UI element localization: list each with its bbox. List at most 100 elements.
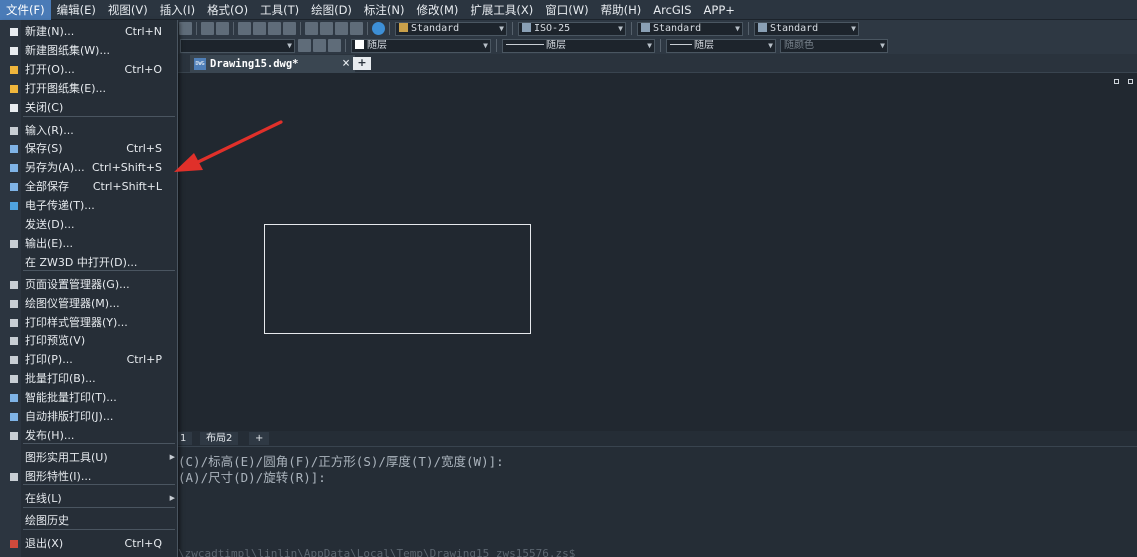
menu-6[interactable]: 绘图(D) xyxy=(305,0,358,20)
tab-drawing15[interactable]: DWG Drawing15.dwg* × xyxy=(190,55,355,73)
markup-icon[interactable] xyxy=(350,22,363,35)
file-menu-item-19[interactable]: 智能批量打印(T)... xyxy=(0,388,178,407)
properties-icon[interactable] xyxy=(305,22,318,35)
file-menu-dropdown: 新建(N)... Ctrl+N 新建图纸集(W)... 打开(O)... Ctrl+O 打… xyxy=(0,20,178,557)
layer-previous-icon[interactable] xyxy=(313,39,326,52)
dim-style-select[interactable]: ISO-25 ▼ xyxy=(518,21,626,36)
color-select[interactable]: 随层 ▼ xyxy=(351,38,491,53)
undo-icon[interactable] xyxy=(201,22,214,35)
file-menu-item-5[interactable]: 输入(R)... xyxy=(0,121,178,140)
table-style-select[interactable]: Standard ▼ xyxy=(637,21,743,36)
menu-4[interactable]: 格式(O) xyxy=(201,0,254,20)
file-menu-item-10[interactable]: 发送(D)... xyxy=(0,215,178,234)
save-icon xyxy=(10,145,18,153)
linetype-select[interactable]: 随层 ▼ xyxy=(502,38,655,53)
file-menu-item-3[interactable]: 打开图纸集(E)... xyxy=(0,79,178,98)
file-menu-item-label: 绘图仪管理器(M)... xyxy=(25,297,120,310)
multileader-style-icon xyxy=(758,22,767,32)
text-style-icon xyxy=(399,22,408,32)
menu-9[interactable]: 扩展工具(X) xyxy=(464,0,539,20)
layout-tab-bar: 1 布局2 + xyxy=(174,431,1137,446)
file-menu-item-24[interactable]: 在线(L) ▶ xyxy=(0,489,178,508)
drawn-rectangle[interactable] xyxy=(264,224,531,334)
pan-icon[interactable] xyxy=(238,22,251,35)
file-menu-item-22[interactable]: 图形实用工具(U) ▶ xyxy=(0,448,178,467)
menu-12[interactable]: ArcGIS xyxy=(647,0,697,20)
zoom-realtime-icon[interactable] xyxy=(253,22,266,35)
file-menu-item-label: 新建图纸集(W)... xyxy=(25,44,110,57)
file-menu-item-13[interactable]: 页面设置管理器(G)... xyxy=(0,275,178,294)
smart-batch-print-icon xyxy=(10,394,18,402)
file-menu-item-1[interactable]: 新建图纸集(W)... xyxy=(0,41,178,60)
viewport-minimize-icon[interactable] xyxy=(1114,79,1119,84)
lineweight-select[interactable]: 随层 ▼ xyxy=(666,38,776,53)
file-menu-item-17[interactable]: 打印(P)... Ctrl+P xyxy=(0,350,178,369)
chevron-down-icon: ▼ xyxy=(880,40,885,50)
submenu-arrow-icon: ▶ xyxy=(169,494,175,502)
help-icon[interactable] xyxy=(372,22,385,35)
add-layout-button[interactable]: + xyxy=(249,432,270,445)
file-menu-item-15[interactable]: 打印样式管理器(Y)... xyxy=(0,313,178,332)
menu-10[interactable]: 窗口(W) xyxy=(539,0,594,20)
folder-open-icon xyxy=(10,66,18,74)
file-menu-item-21[interactable]: 发布(H)... xyxy=(0,426,178,445)
text-style-value: Standard xyxy=(411,22,460,34)
menu-5[interactable]: 工具(T) xyxy=(254,0,305,20)
menu-7[interactable]: 标注(N) xyxy=(358,0,411,20)
menu-11[interactable]: 帮助(H) xyxy=(595,0,648,20)
viewport-restore-icon[interactable] xyxy=(1128,79,1133,84)
tab-layout2[interactable]: 布局2 xyxy=(200,432,239,445)
exit-icon xyxy=(10,540,18,548)
design-center-icon[interactable] xyxy=(320,22,333,35)
save-all-icon xyxy=(10,183,18,191)
menu-1[interactable]: 编辑(E) xyxy=(51,0,102,20)
plot-style-value: 随颜色 xyxy=(784,39,814,51)
drawing-canvas[interactable] xyxy=(178,74,1137,431)
file-menu-item-6[interactable]: 保存(S) Ctrl+S xyxy=(0,139,178,158)
chevron-down-icon: ▼ xyxy=(851,23,856,33)
redo-icon[interactable] xyxy=(216,22,229,35)
layer-match-icon[interactable] xyxy=(298,39,311,52)
file-menu-item-0[interactable]: 新建(N)... Ctrl+N xyxy=(0,22,178,41)
file-menu-item-9[interactable]: 电子传递(T)... xyxy=(0,196,178,215)
menu-3[interactable]: 插入(I) xyxy=(154,0,201,20)
dwg-file-icon: DWG xyxy=(194,58,206,70)
layer-manager-icon[interactable] xyxy=(328,39,341,52)
file-menu-item-11[interactable]: 输出(E)... xyxy=(0,234,178,253)
layer-select[interactable]: ▼ xyxy=(180,38,295,53)
text-style-select[interactable]: Standard ▼ xyxy=(395,21,507,36)
file-menu-item-8[interactable]: 全部保存 Ctrl+Shift+L xyxy=(0,177,178,196)
file-menu-item-26[interactable]: 退出(X) Ctrl+Q xyxy=(0,534,178,553)
file-menu-item-25[interactable]: 绘图历史 xyxy=(0,511,178,530)
menu-2[interactable]: 视图(V) xyxy=(102,0,154,20)
file-menu-item-shortcut: Ctrl+S xyxy=(126,142,162,155)
file-menu-item-shortcut: Ctrl+P xyxy=(126,353,162,366)
toolbar-button-icon[interactable] xyxy=(179,22,192,35)
zoom-window-icon[interactable] xyxy=(268,22,281,35)
file-menu-item-16[interactable]: 打印预览(V) xyxy=(0,331,178,350)
toolbar-separator xyxy=(748,22,749,35)
new-tab-button[interactable]: + xyxy=(353,57,371,70)
import-icon xyxy=(10,127,18,135)
file-menu-item-14[interactable]: 绘图仪管理器(M)... xyxy=(0,294,178,313)
file-menu-item-18[interactable]: 批量打印(B)... xyxy=(0,369,178,388)
file-menu-item-7[interactable]: 另存为(A)... Ctrl+Shift+S xyxy=(0,158,178,177)
command-window[interactable]: (C)/标高(E)/圆角(F)/正方形(S)/厚度(T)/宽度(W)]: (A)… xyxy=(178,446,1137,557)
file-menu-item-label: 另存为(A)... xyxy=(25,161,85,174)
file-menu-item-2[interactable]: 打开(O)... Ctrl+O xyxy=(0,60,178,79)
file-menu-item-12[interactable]: 在 ZW3D 中打开(D)... xyxy=(0,253,178,272)
tool-palettes-icon[interactable] xyxy=(335,22,348,35)
close-tab-icon[interactable]: × xyxy=(342,55,350,73)
menu-13[interactable]: APP+ xyxy=(698,0,741,20)
chevron-down-icon: ▼ xyxy=(647,40,652,50)
file-menu-item-4[interactable]: 关闭(C) xyxy=(0,98,178,117)
plot-style-select[interactable]: 随颜色 ▼ xyxy=(780,38,888,53)
menu-8[interactable]: 修改(M) xyxy=(411,0,465,20)
zoom-previous-icon[interactable] xyxy=(283,22,296,35)
file-menu-item-23[interactable]: 图形特性(I)... xyxy=(0,467,178,486)
dim-style-value: ISO-25 xyxy=(534,22,571,34)
file-menu-item-20[interactable]: 自动排版打印(J)... xyxy=(0,407,178,426)
multileader-style-select[interactable]: Standard ▼ xyxy=(754,21,859,36)
menu-0[interactable]: 文件(F) xyxy=(0,0,51,20)
toolbar-separator xyxy=(196,22,197,35)
